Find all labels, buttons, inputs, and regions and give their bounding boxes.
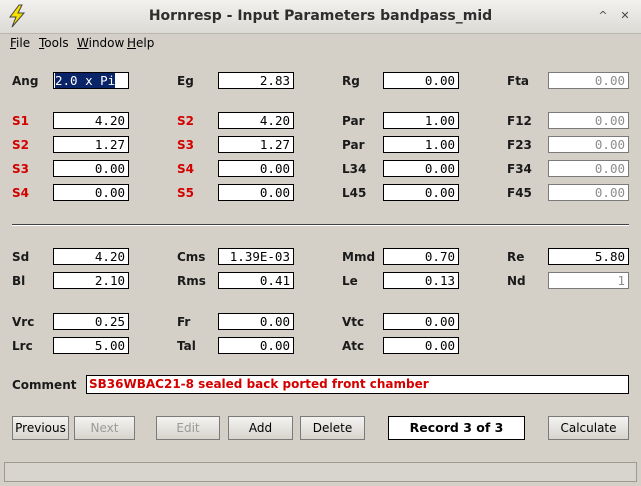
field-s2-mid[interactable]: 4.20 <box>218 112 294 129</box>
field-eg[interactable]: 2.83 <box>218 72 294 89</box>
previous-button[interactable]: Previous <box>12 416 69 440</box>
label-l45: L45 <box>342 186 367 200</box>
label-eg: Eg <box>177 74 194 88</box>
field-f23: 0.00 <box>548 136 629 153</box>
field-l45[interactable]: 0.00 <box>383 184 459 201</box>
field-f12: 0.00 <box>548 112 629 129</box>
label-comment: Comment <box>12 378 77 392</box>
close-icon[interactable]: ✕ <box>615 7 635 25</box>
field-par1[interactable]: 1.00 <box>383 112 459 129</box>
calculate-button[interactable]: Calculate <box>548 416 629 440</box>
label-par1: Par <box>342 114 365 128</box>
label-le: Le <box>342 274 358 288</box>
label-f23: F23 <box>507 138 532 152</box>
label-f45: F45 <box>507 186 532 200</box>
label-vrc: Vrc <box>12 315 35 329</box>
label-f12: F12 <box>507 114 532 128</box>
label-ang: Ang <box>12 74 39 88</box>
label-atc: Atc <box>342 339 365 353</box>
label-s2-mid: S2 <box>177 114 194 128</box>
label-s5: S5 <box>177 186 194 200</box>
field-rg[interactable]: 0.00 <box>383 72 459 89</box>
menu-bar: File Tools Window Help <box>0 34 641 52</box>
label-re: Re <box>507 250 525 264</box>
field-tal[interactable]: 0.00 <box>218 337 294 354</box>
label-tal: Tal <box>177 339 196 353</box>
label-lrc: Lrc <box>12 339 33 353</box>
menu-file[interactable]: File <box>10 36 30 50</box>
label-vtc: Vtc <box>342 315 365 329</box>
label-s2: S2 <box>12 138 29 152</box>
field-atc[interactable]: 0.00 <box>383 337 459 354</box>
edit-button[interactable]: Edit <box>156 416 220 440</box>
label-s1: S1 <box>12 114 29 128</box>
field-nd: 1 <box>548 272 629 289</box>
label-s3-mid: S3 <box>177 138 194 152</box>
field-fr[interactable]: 0.00 <box>218 313 294 330</box>
label-nd: Nd <box>507 274 526 288</box>
label-s4: S4 <box>12 186 29 200</box>
field-ang[interactable]: 2.0 x Pi <box>53 72 129 89</box>
label-l34: L34 <box>342 162 367 176</box>
menu-tools[interactable]: Tools <box>39 36 69 50</box>
menu-window[interactable]: Window <box>77 36 124 50</box>
field-l34[interactable]: 0.00 <box>383 160 459 177</box>
next-button[interactable]: Next <box>74 416 135 440</box>
field-mmd[interactable]: 0.70 <box>383 248 459 265</box>
menu-help[interactable]: Help <box>127 36 154 50</box>
field-bl[interactable]: 2.10 <box>53 272 129 289</box>
field-fta: 0.00 <box>548 72 629 89</box>
field-vrc[interactable]: 0.25 <box>53 313 129 330</box>
record-indicator: Record 3 of 3 <box>388 416 525 440</box>
field-lrc[interactable]: 5.00 <box>53 337 129 354</box>
label-rms: Rms <box>177 274 206 288</box>
field-sd[interactable]: 4.20 <box>53 248 129 265</box>
field-vtc[interactable]: 0.00 <box>383 313 459 330</box>
field-le[interactable]: 0.13 <box>383 272 459 289</box>
field-cms[interactable]: 1.39E-03 <box>218 248 294 265</box>
label-bl: Bl <box>12 274 26 288</box>
label-fta: Fta <box>507 74 530 88</box>
label-par2: Par <box>342 138 365 152</box>
field-par2[interactable]: 1.00 <box>383 136 459 153</box>
comment-field[interactable]: SB36WBAC21-8 sealed back ported front ch… <box>86 375 629 394</box>
title-bar: Hornresp - Input Parameters bandpass_mid… <box>0 0 641 34</box>
label-mmd: Mmd <box>342 250 376 264</box>
label-cms: Cms <box>177 250 206 264</box>
window-title: Hornresp - Input Parameters bandpass_mid <box>148 8 493 24</box>
field-s4-mid[interactable]: 0.00 <box>218 160 294 177</box>
field-rms[interactable]: 0.41 <box>218 272 294 289</box>
label-fr: Fr <box>177 315 191 329</box>
field-f45: 0.00 <box>548 184 629 201</box>
field-ang-value: 2.0 x Pi <box>55 73 116 88</box>
label-f34: F34 <box>507 162 532 176</box>
delete-button[interactable]: Delete <box>300 416 365 440</box>
maximize-icon[interactable]: ^ <box>593 7 613 25</box>
label-s3: S3 <box>12 162 29 176</box>
field-s2[interactable]: 1.27 <box>53 136 129 153</box>
label-s4-mid: S4 <box>177 162 194 176</box>
field-s3-mid[interactable]: 1.27 <box>218 136 294 153</box>
field-re[interactable]: 5.80 <box>548 248 629 265</box>
field-s4[interactable]: 0.00 <box>53 184 129 201</box>
add-button[interactable]: Add <box>228 416 293 440</box>
label-rg: Rg <box>342 74 360 88</box>
field-s5[interactable]: 0.00 <box>218 184 294 201</box>
field-s3[interactable]: 0.00 <box>53 160 129 177</box>
field-f34: 0.00 <box>548 160 629 177</box>
field-s1[interactable]: 4.20 <box>53 112 129 129</box>
label-sd: Sd <box>12 250 30 264</box>
section-divider <box>12 224 629 226</box>
status-bar <box>4 462 637 482</box>
